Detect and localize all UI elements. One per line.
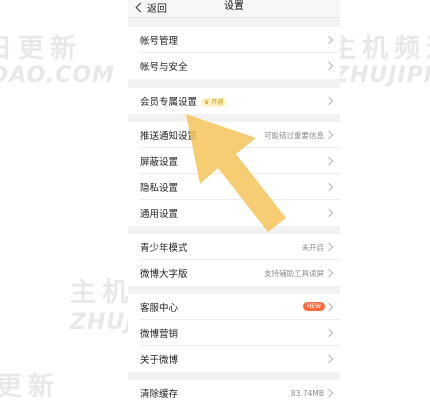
row-weibo-marketing[interactable]: 微博营销 [128, 320, 340, 346]
row-label: 客服中心 [140, 303, 179, 314]
chevron-right-icon [324, 61, 334, 71]
row-account-manage[interactable]: 帐号管理 [128, 27, 340, 53]
row-label: 关于微博 [140, 355, 179, 366]
row-label: 推送通知设置 [140, 131, 198, 142]
row-vip-settings[interactable]: 会员专属设置 ♛ 开通 [128, 88, 340, 114]
row-general-settings[interactable]: 通用设置 [128, 200, 340, 226]
crown-badge: ♛ 开通 [201, 98, 227, 107]
row-label: 帐号与安全 [140, 62, 188, 73]
chevron-right-icon [324, 328, 334, 338]
watermark-text-en: ZHUJIPINDAO [333, 63, 430, 88]
row-value: 未开启 [301, 242, 325, 252]
row-about[interactable]: 关于微博 [128, 346, 340, 372]
nav-bar: 返回 设置 [128, 0, 340, 18]
chevron-right-icon [324, 268, 334, 278]
chevron-right-icon [324, 182, 334, 192]
row-label: 微博大字版 [140, 269, 188, 280]
row-label: 帐号管理 [140, 36, 179, 47]
row-label: 屏蔽设置 [140, 157, 179, 168]
chevron-right-icon [324, 388, 334, 398]
row-privacy-settings[interactable]: 隐私设置 [128, 174, 340, 200]
chevron-right-icon [324, 130, 334, 140]
vip-settings-label: 会员专属设置 [140, 97, 198, 108]
chevron-right-icon [324, 242, 334, 252]
row-value: 83.74MB [290, 388, 324, 398]
chevron-right-icon [324, 208, 334, 218]
watermark-text-cn: 主机频道 [330, 34, 430, 64]
row-clear-cache[interactable]: 清除缓存 83.74MB [128, 380, 340, 400]
new-badge: NEW [302, 302, 325, 311]
row-account-security[interactable]: 帐号与安全 [128, 53, 340, 79]
row-value: 可能错过重要信息 [264, 130, 324, 140]
page-title: 设置 [224, 1, 244, 12]
chevron-right-icon [324, 156, 334, 166]
row-large-font[interactable]: 微博大字版 支持辅助工具读屏 [128, 260, 340, 286]
chevron-right-icon [324, 354, 334, 364]
chevron-right-icon [324, 302, 334, 312]
row-customer-service[interactable]: 客服中心 NEW [128, 294, 340, 320]
chevron-right-icon [324, 96, 334, 106]
watermark-text-cn: 日更新 [0, 34, 83, 64]
settings-screen: 返回 设置 帐号管理 帐号与安全 会员专属设置 ♛ 开通 推送通知设置 可能错过重… [128, 0, 340, 400]
row-label: 青少年模式 [140, 243, 188, 254]
row-value: 支持辅助工具读屏 [264, 268, 324, 278]
row-block-settings[interactable]: 屏蔽设置 [128, 148, 340, 174]
row-label: 会员专属设置 ♛ 开通 [140, 94, 227, 108]
row-label: 通用设置 [140, 209, 179, 220]
watermark-text-en: DAO.COM [0, 63, 115, 88]
row-teen-mode[interactable]: 青少年模式 未开启 [128, 234, 340, 260]
watermark-text-cn: 更新 [0, 372, 61, 402]
row-label: 清除缓存 [140, 389, 179, 400]
row-label: 隐私设置 [140, 183, 179, 194]
row-label: 微博营销 [140, 329, 179, 340]
chevron-right-icon [324, 35, 334, 45]
row-push-notifications[interactable]: 推送通知设置 可能错过重要信息 [128, 122, 340, 148]
